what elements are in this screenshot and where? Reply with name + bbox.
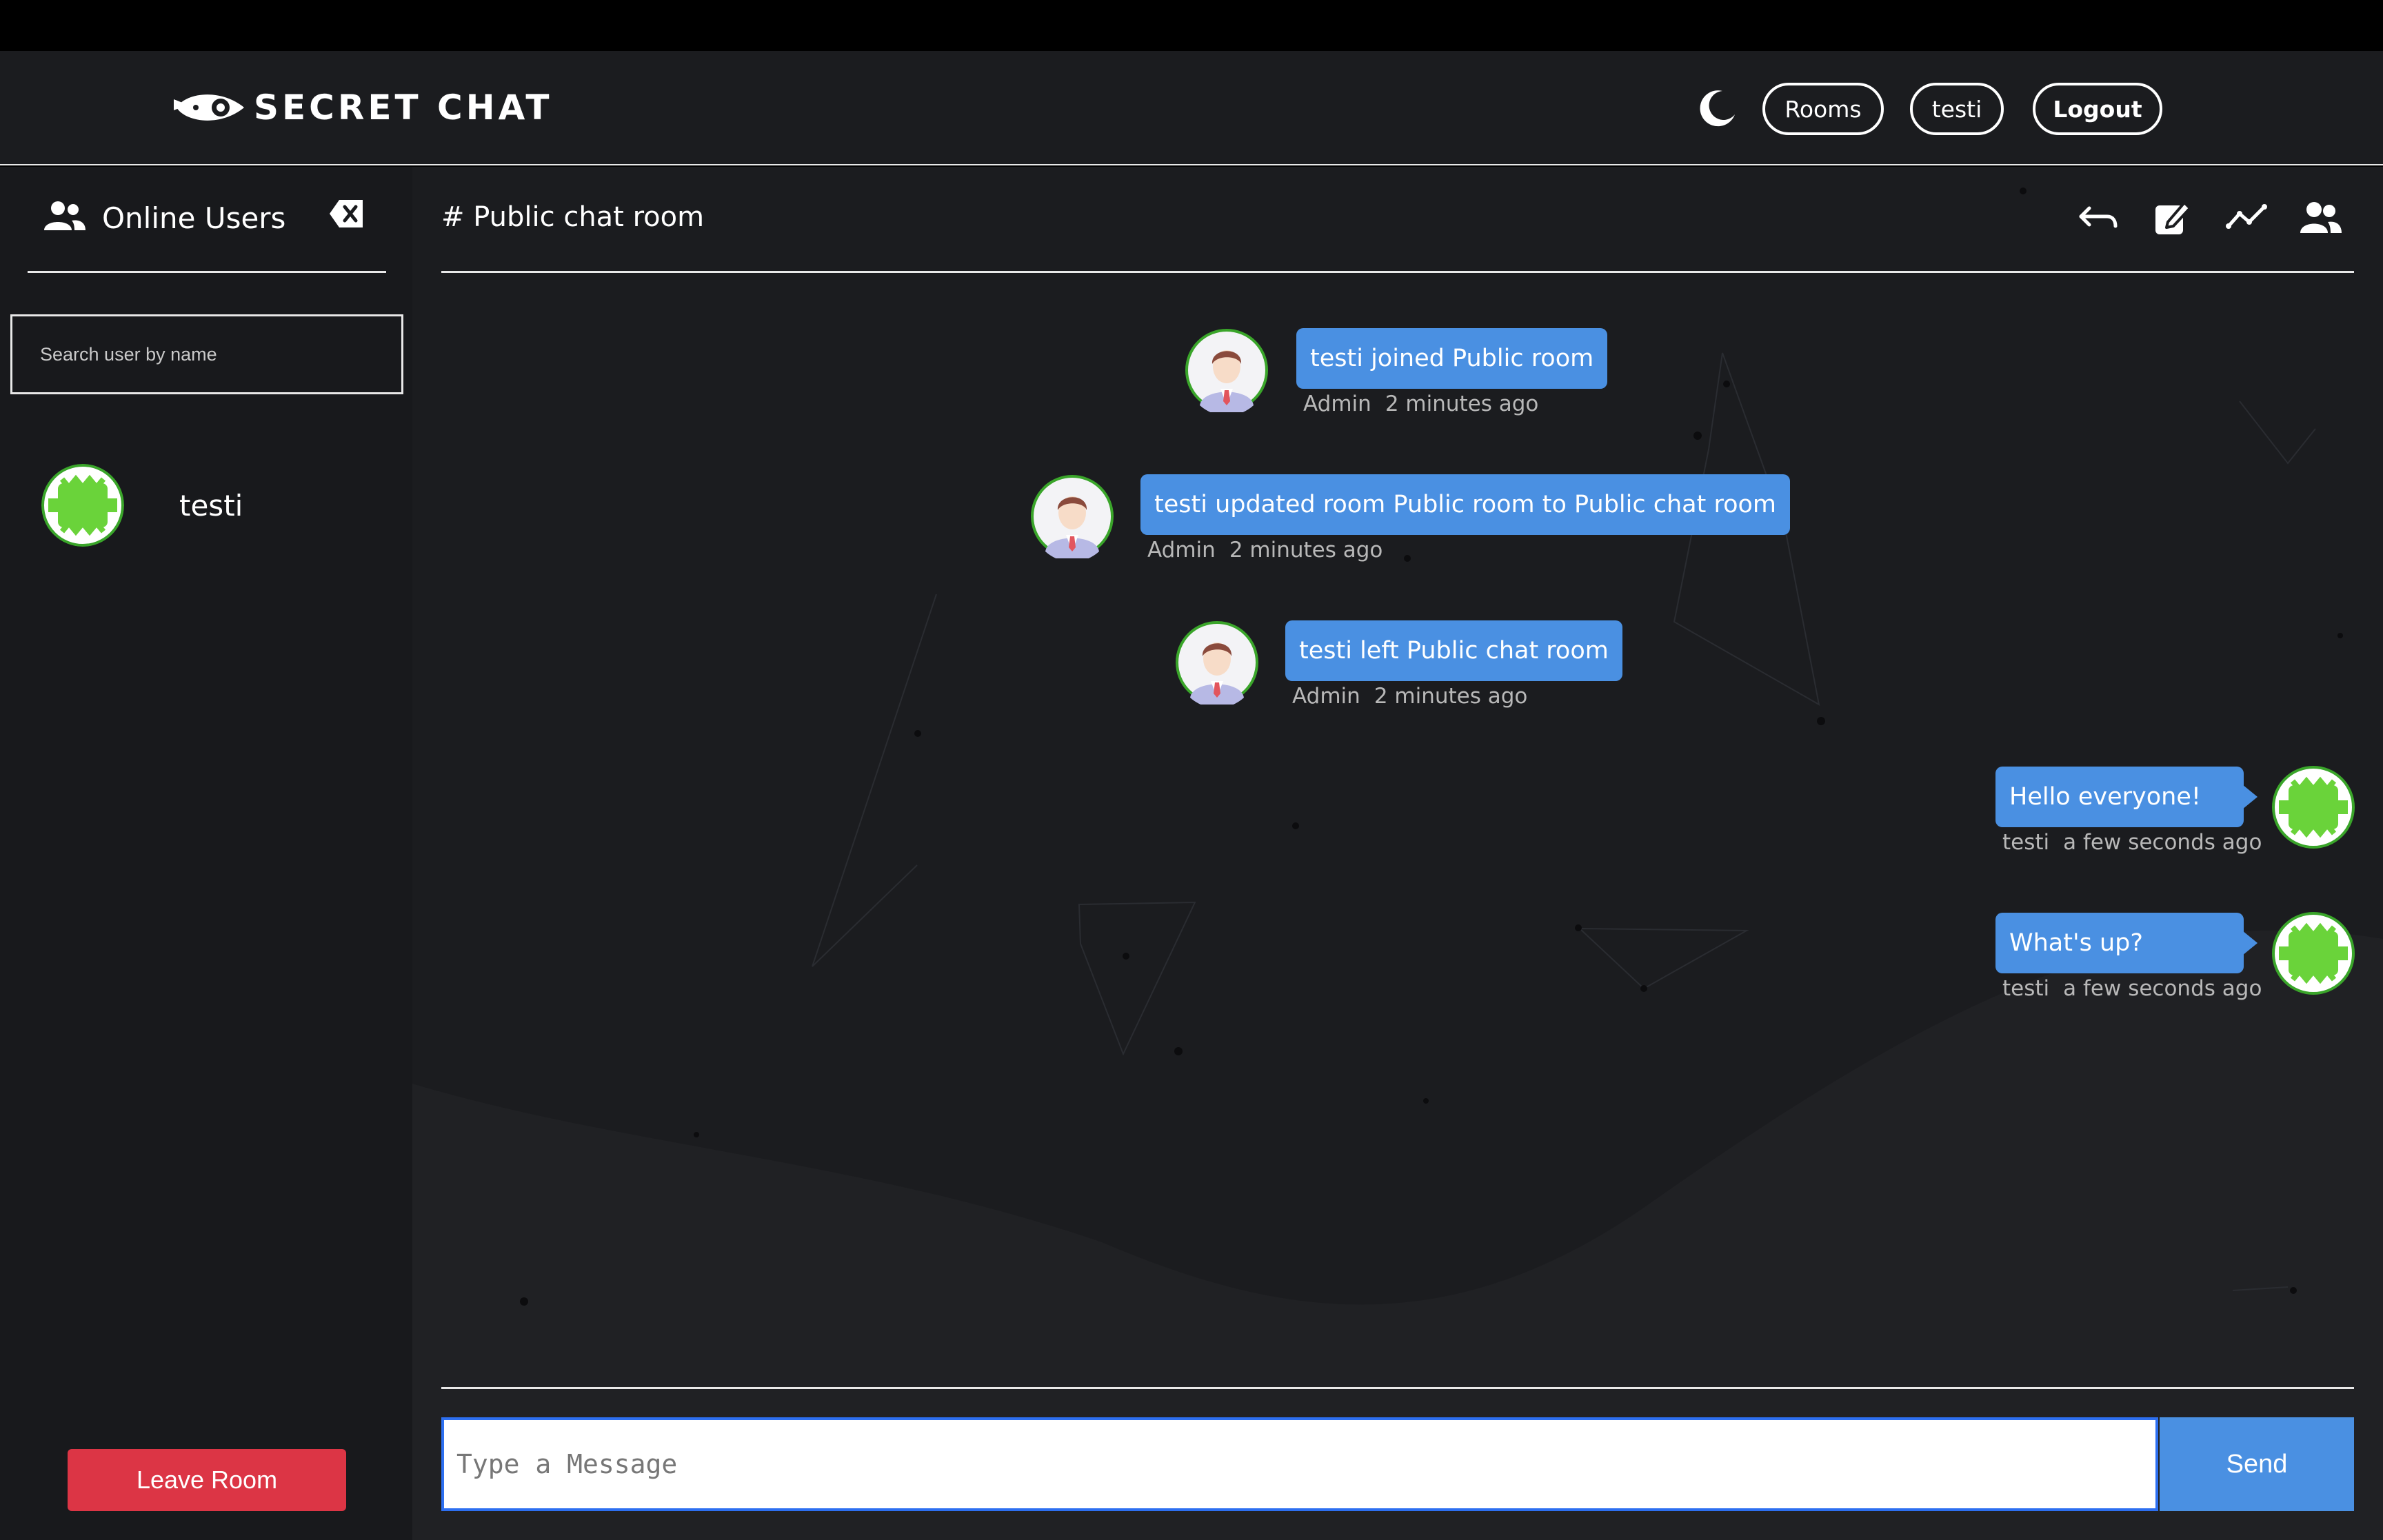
- message-author: testi: [2002, 976, 2050, 1001]
- bubble-tail: [2242, 931, 2258, 955]
- sidebar-title: Online Users: [102, 201, 286, 235]
- message-author: Admin: [1292, 684, 1360, 709]
- users-icon: [44, 201, 86, 230]
- message-meta: Admin 2 minutes ago: [1147, 538, 1382, 563]
- message-meta: Admin 2 minutes ago: [1303, 392, 1538, 416]
- message-bubble: testi joined Public room: [1296, 328, 1608, 389]
- chart-icon[interactable]: [2224, 196, 2269, 240]
- message-meta: Admin 2 minutes ago: [1292, 684, 1527, 709]
- message-bubble: testi left Public chat room: [1285, 620, 1622, 681]
- message-time: 2 minutes ago: [1374, 684, 1528, 709]
- reply-icon[interactable]: [2075, 196, 2120, 240]
- message-time: a few seconds ago: [2063, 830, 2262, 855]
- rooms-button[interactable]: Rooms: [1762, 83, 1884, 135]
- green-avatar-icon: [2272, 766, 2355, 849]
- composer-divider: [441, 1387, 2354, 1389]
- sidebar-header: Online Users: [28, 167, 386, 273]
- message-meta: testi a few seconds ago: [2002, 976, 2262, 1001]
- online-user-item[interactable]: testi: [41, 463, 372, 547]
- group-icon[interactable]: [2299, 196, 2343, 240]
- user-profile-button[interactable]: testi: [1910, 83, 2004, 135]
- message-bubble: testi updated room Public room to Public…: [1140, 474, 1791, 535]
- chat-panel: # Public chat room testi joined Public r…: [412, 167, 2383, 1540]
- message-author: Admin: [1303, 392, 1371, 416]
- message-author: Admin: [1147, 538, 1216, 563]
- admin-avatar-icon: [1176, 621, 1258, 705]
- online-users-sidebar: Online Users testi Leave Room: [0, 167, 412, 1540]
- logout-button[interactable]: Logout: [2033, 83, 2162, 135]
- room-title: # Public chat room: [441, 201, 705, 233]
- message-time: a few seconds ago: [2063, 976, 2262, 1001]
- brand-name: SECRET CHAT: [254, 88, 553, 128]
- message-bubble: What's up?: [1995, 913, 2244, 973]
- edit-icon[interactable]: [2150, 196, 2194, 240]
- logo-icon: [174, 94, 244, 121]
- online-user-name: testi: [179, 488, 243, 523]
- moon-icon[interactable]: [1696, 87, 1738, 128]
- green-avatar-icon: [2272, 912, 2355, 995]
- admin-avatar-icon: [1185, 329, 1268, 412]
- search-user-input[interactable]: [10, 314, 403, 394]
- admin-avatar-icon: [1031, 475, 1114, 558]
- leave-room-button[interactable]: Leave Room: [68, 1449, 346, 1511]
- send-button[interactable]: Send: [2160, 1417, 2354, 1511]
- brand[interactable]: SECRET CHAT: [172, 87, 553, 128]
- navbar: SECRET CHAT Rooms testi Logout: [0, 51, 2383, 165]
- message-input[interactable]: [441, 1417, 2158, 1511]
- message-time: 2 minutes ago: [1229, 538, 1383, 563]
- top-strip: [0, 0, 2383, 51]
- message-author: testi: [2002, 830, 2050, 855]
- backspace-icon[interactable]: [328, 199, 364, 229]
- message-time: 2 minutes ago: [1385, 392, 1539, 416]
- bubble-tail: [2242, 784, 2258, 809]
- message-meta: testi a few seconds ago: [2002, 830, 2262, 855]
- room-header: # Public chat room: [441, 167, 2354, 273]
- message-bubble: Hello everyone!: [1995, 767, 2244, 827]
- green-avatar-icon: [41, 464, 124, 547]
